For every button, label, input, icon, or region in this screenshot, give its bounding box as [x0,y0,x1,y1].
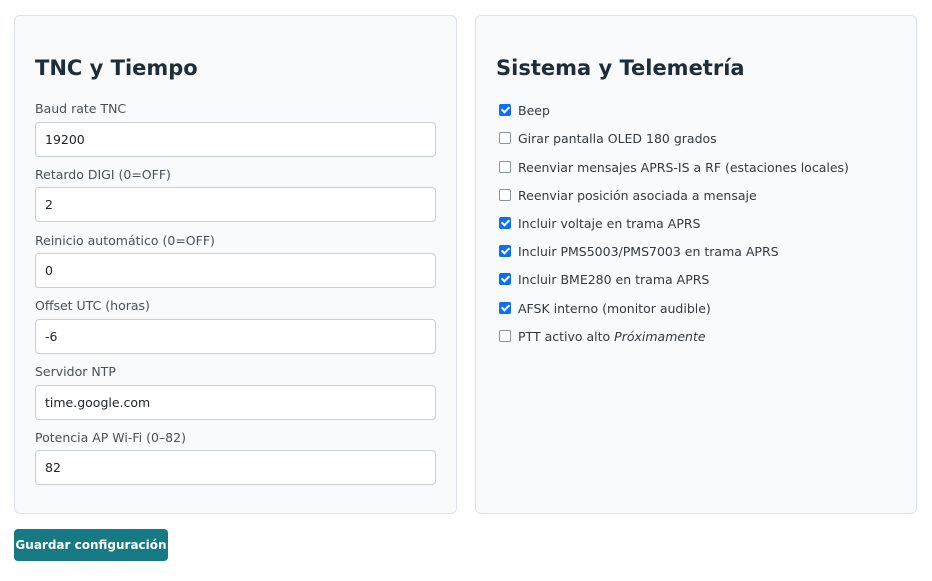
include-pms-label: Incluir PMS5003/PMS7003 en trama APRS [518,243,779,259]
ptt-active-high-checkbox[interactable] [499,330,511,342]
wifi-ap-power-input[interactable] [35,450,436,485]
digi-delay-input[interactable] [35,187,436,222]
forward-position-label: Reenviar posición asociada a mensaje [518,187,757,203]
include-voltage-label: Incluir voltaje en trama APRS [518,215,701,231]
internal-afsk-label: AFSK interno (monitor audible) [518,300,711,316]
include-bme280-checkbox[interactable] [499,273,511,285]
option-internal-afsk[interactable]: AFSK interno (monitor audible) [499,299,711,317]
option-rotate-oled[interactable]: Girar pantalla OLED 180 grados [499,129,717,147]
digi-delay-label: Retardo DIGI (0=OFF) [35,167,171,182]
option-include-pms[interactable]: Incluir PMS5003/PMS7003 en trama APRS [499,242,779,260]
forward-aprs-is-checkbox[interactable] [499,161,511,173]
beep-label: Beep [518,102,550,118]
baud-rate-label: Baud rate TNC [35,101,127,116]
option-beep[interactable]: Beep [499,101,550,119]
forward-aprs-is-label: Reenviar mensajes APRS-IS a RF (estacion… [518,159,849,175]
beep-checkbox[interactable] [499,104,511,116]
option-include-voltage[interactable]: Incluir voltaje en trama APRS [499,214,700,232]
ptt-coming-soon-note: Próximamente [614,328,706,344]
rotate-oled-label: Girar pantalla OLED 180 grados [518,130,717,146]
ptt-label-text: PTT activo alto [518,328,611,344]
auto-reboot-input[interactable] [35,253,436,288]
ptt-active-high-label: PTT activo alto Próximamente [518,329,706,344]
system-section-title: Sistema y Telemetría [496,56,745,80]
save-config-button[interactable]: Guardar configuración [14,529,168,561]
baud-rate-input[interactable] [35,122,436,157]
tnc-time-card: TNC y Tiempo Baud rate TNC Retardo DIGI … [14,15,457,514]
include-voltage-checkbox[interactable] [499,217,511,229]
option-forward-aprs-is[interactable]: Reenviar mensajes APRS-IS a RF (estacion… [499,158,849,176]
option-forward-position[interactable]: Reenviar posición asociada a mensaje [499,186,757,204]
utc-offset-input[interactable] [35,319,436,354]
ntp-server-input[interactable] [35,385,436,420]
settings-page: TNC y Tiempo Baud rate TNC Retardo DIGI … [0,0,932,581]
auto-reboot-label: Reinicio automático (0=OFF) [35,233,215,248]
ntp-server-label: Servidor NTP [35,364,116,379]
wifi-ap-power-label: Potencia AP Wi-Fi (0–82) [35,430,186,445]
internal-afsk-checkbox[interactable] [499,302,511,314]
tnc-section-title: TNC y Tiempo [35,56,198,80]
forward-position-checkbox[interactable] [499,189,511,201]
include-bme280-label: Incluir BME280 en trama APRS [518,271,710,287]
system-telemetry-card: Sistema y Telemetría Beep Girar pantalla… [475,15,917,514]
option-ptt-active-high[interactable]: PTT activo alto Próximamente [499,327,706,345]
utc-offset-label: Offset UTC (horas) [35,298,150,313]
rotate-oled-checkbox[interactable] [499,132,511,144]
include-pms-checkbox[interactable] [499,245,511,257]
option-include-bme280[interactable]: Incluir BME280 en trama APRS [499,270,709,288]
